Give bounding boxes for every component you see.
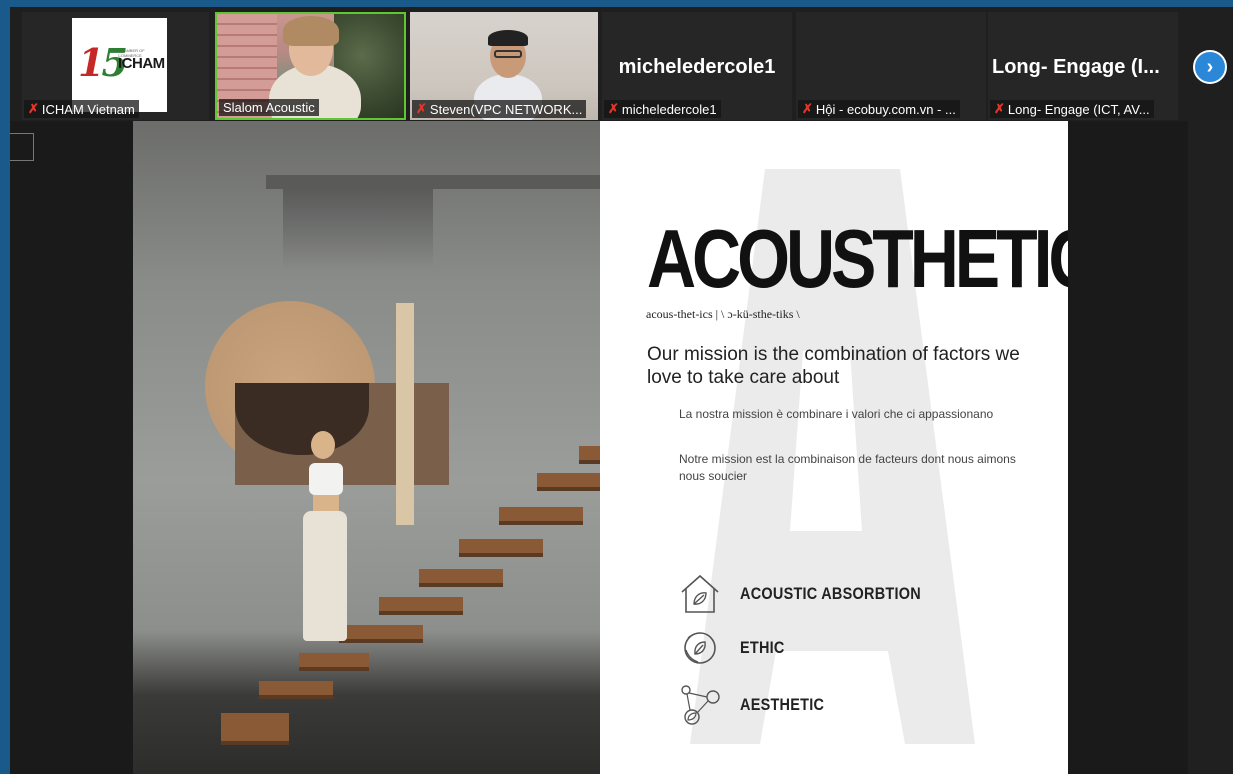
participant-tile-slalom[interactable]: Slalom Acoustic — [215, 12, 406, 120]
participant-name-tag: ✗ Steven(VPC NETWORK... — [412, 100, 587, 118]
glasses — [494, 50, 522, 58]
participant-strip: CHAMBER OF COMMERCE 15 ICHAM ✗ ICHAM Vie… — [10, 7, 1233, 121]
participant-tile-icham[interactable]: CHAMBER OF COMMERCE 15 ICHAM ✗ ICHAM Vie… — [22, 12, 209, 120]
interior-photo — [133, 121, 600, 774]
participant-name-tag: Slalom Acoustic — [219, 99, 319, 116]
participant-name-tag: ✗ ICHAM Vietnam — [24, 100, 139, 118]
participant-name-tag: ✗ micheledercole1 — [604, 100, 721, 118]
mic-off-icon: ✗ — [802, 101, 813, 116]
mission-statement: Our mission is the combination of factor… — [647, 344, 1020, 388]
participant-name-tag: ✗ Hội - ecobuy.com.vn - ... — [798, 100, 960, 118]
mic-off-icon: ✗ — [416, 101, 427, 116]
chevron-right-icon[interactable]: › — [1193, 50, 1227, 84]
participant-display-name: micheledercole1 — [618, 56, 776, 78]
woman-figure — [311, 431, 335, 459]
house-leaf-icon — [681, 574, 719, 613]
shared-screen-slide: ACOUSTHETICS acous-thet-ics | \ ɔ-kü-sth… — [133, 121, 1068, 774]
mic-off-icon: ✗ — [994, 101, 1005, 116]
feature-ethic: ETHIC — [678, 626, 793, 670]
globe-leaf-icon — [684, 632, 716, 664]
phonetic-text: acous-thet-ics | \ ɔ-kü-sthe-tiks \ — [646, 307, 800, 321]
vertical-acoustic-panel — [396, 303, 414, 525]
icham-logo: CHAMBER OF COMMERCE 15 ICHAM — [72, 18, 167, 112]
participant-tile-long[interactable]: Long- Engage (I... ✗ Long- Engage (ICT, … — [988, 12, 1178, 120]
feature-aesthetic: AESTHETIC — [678, 683, 839, 727]
slide-title: ACOUSTHETICS — [647, 212, 1068, 305]
participant-tile-hoi[interactable]: ✗ Hội - ecobuy.com.vn - ... — [796, 12, 986, 120]
participant-tile-michele[interactable]: micheledercole1 ✗ micheledercole1 — [602, 12, 792, 120]
slide-text-page: ACOUSTHETICS acous-thet-ics | \ ɔ-kü-sth… — [600, 121, 1068, 774]
feature-acoustic-absorbtion: ACOUSTIC ABSORBTION — [678, 572, 953, 616]
participant-name-tag: ✗ Long- Engage (ICT, AV... — [990, 100, 1154, 118]
participant-tile-steven[interactable]: ✗ Steven(VPC NETWORK... — [410, 12, 598, 120]
molecule-leaf-icon — [681, 685, 720, 725]
panel-toggle[interactable] — [10, 133, 34, 161]
mission-italian: La nostra mission è combinare i valori c… — [679, 407, 994, 421]
mic-off-icon: ✗ — [28, 101, 39, 116]
mission-french: Notre mission est la combinaison de fact… — [679, 452, 1016, 483]
meeting-window: CHAMBER OF COMMERCE 15 ICHAM ✗ ICHAM Vie… — [10, 7, 1233, 774]
participant-display-name: Long- Engage (I... — [992, 56, 1160, 78]
mic-off-icon: ✗ — [608, 101, 619, 116]
